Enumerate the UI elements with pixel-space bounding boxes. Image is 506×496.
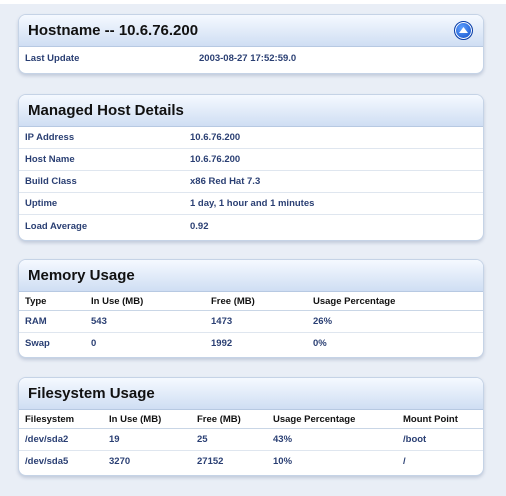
table-cell: 3270 <box>109 456 131 467</box>
last-update-row: Last Update 2003-08-27 17:52:59.0 <box>19 47 483 69</box>
column-header: Type <box>19 292 85 311</box>
memory-header-row: Type In Use (MB) Free (MB) Usage Percent… <box>19 292 483 311</box>
table-row: /dev/sda5 3270 27152 10% / <box>19 451 483 473</box>
table-row: RAM 543 1473 26% <box>19 310 483 333</box>
table-cell: 19 <box>103 428 191 451</box>
table-cell: 0 <box>91 338 97 349</box>
filesystem-title: Filesystem Usage <box>28 385 155 402</box>
memory-panel: Memory Usage Type In Use (MB) Free (MB) … <box>18 259 484 358</box>
table-cell: 27152 <box>197 456 224 467</box>
table-cell: /dev/sda5 <box>25 456 69 467</box>
table-cell: / <box>403 456 406 467</box>
table-cell: /dev/sda2 <box>19 428 103 451</box>
memory-table: Type In Use (MB) Free (MB) Usage Percent… <box>19 292 483 354</box>
memory-header: Memory Usage <box>19 260 483 292</box>
managed-host-header: Managed Host Details <box>19 95 483 127</box>
last-update-label: Last Update <box>25 52 80 64</box>
table-row: /dev/sda2 19 25 43% /boot <box>19 428 483 451</box>
table-cell: Swap <box>25 338 50 349</box>
detail-row-build-class: Build Class x86 Red Hat 7.3 <box>19 171 483 193</box>
table-cell: RAM <box>19 310 85 333</box>
table-row: Swap 0 1992 0% <box>19 333 483 355</box>
memory-title: Memory Usage <box>28 267 135 284</box>
managed-host-rows: IP Address 10.6.76.200 Host Name 10.6.76… <box>19 127 483 237</box>
column-header: Free (MB) <box>205 292 307 311</box>
table-cell: 543 <box>85 310 205 333</box>
filesystem-header-row: Filesystem In Use (MB) Free (MB) Usage P… <box>19 410 483 429</box>
detail-value: 1 day, 1 hour and 1 minutes <box>190 198 315 209</box>
filesystem-header: Filesystem Usage <box>19 378 483 410</box>
filesystem-panel: Filesystem Usage Filesystem In Use (MB) … <box>18 377 484 476</box>
column-header: Usage Percentage <box>307 292 483 311</box>
detail-row-load-average: Load Average 0.92 <box>19 215 483 237</box>
managed-host-panel: Managed Host Details IP Address 10.6.76.… <box>18 94 484 241</box>
column-header: Filesystem <box>19 410 103 429</box>
detail-label: Host Name <box>25 154 75 165</box>
last-update-value: 2003-08-27 17:52:59.0 <box>199 52 297 64</box>
column-header: In Use (MB) <box>103 410 191 429</box>
top-strip <box>0 0 506 4</box>
managed-host-title: Managed Host Details <box>28 102 184 119</box>
table-cell: 10% <box>273 456 293 467</box>
detail-value: x86 Red Hat 7.3 <box>190 176 261 187</box>
table-cell: 1992 <box>211 338 233 349</box>
hostname-panel: Hostname -- 10.6.76.200 Last Update 2003… <box>18 14 484 74</box>
detail-value: 10.6.76.200 <box>190 154 241 165</box>
detail-row-uptime: Uptime 1 day, 1 hour and 1 minutes <box>19 193 483 215</box>
table-cell: 0% <box>313 338 327 349</box>
collapse-up-icon <box>459 27 468 33</box>
detail-label: Load Average <box>25 220 88 232</box>
table-cell: 26% <box>307 310 483 333</box>
column-header: Mount Point <box>397 410 483 429</box>
detail-value: 10.6.76.200 <box>190 132 241 143</box>
detail-label: IP Address <box>25 132 75 143</box>
detail-value: 0.92 <box>190 220 209 232</box>
table-cell: 25 <box>191 428 267 451</box>
detail-label: Uptime <box>25 198 58 209</box>
collapse-button[interactable] <box>454 21 473 40</box>
table-cell: /boot <box>397 428 483 451</box>
table-cell: 43% <box>267 428 397 451</box>
detail-row-ip-address: IP Address 10.6.76.200 <box>19 127 483 149</box>
hostname-title: Hostname -- 10.6.76.200 <box>28 22 199 39</box>
detail-label: Build Class <box>25 176 77 187</box>
column-header: In Use (MB) <box>85 292 205 311</box>
table-cell: 1473 <box>205 310 307 333</box>
hostname-panel-header: Hostname -- 10.6.76.200 <box>19 15 483 47</box>
column-header: Free (MB) <box>191 410 267 429</box>
filesystem-table: Filesystem In Use (MB) Free (MB) Usage P… <box>19 410 483 472</box>
column-header: Usage Percentage <box>267 410 397 429</box>
detail-row-host-name: Host Name 10.6.76.200 <box>19 149 483 171</box>
